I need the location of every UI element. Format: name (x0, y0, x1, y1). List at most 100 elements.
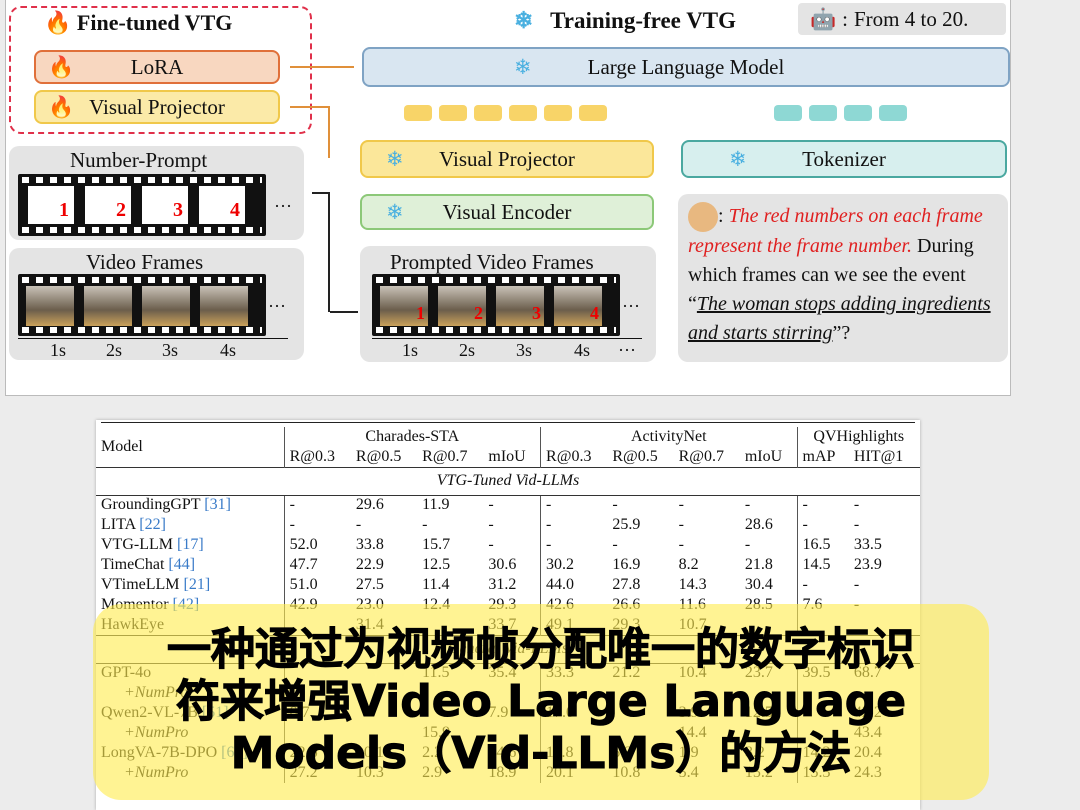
column-header: Model (101, 437, 143, 455)
visual-projector-box: ❄ Visual Projector (360, 140, 654, 178)
table-cell: 14.5 (796, 555, 849, 575)
table-cell: - (744, 536, 751, 553)
group-header: ActivityNet (540, 427, 798, 447)
table-row: LITA [22] - - - - -25.9-28.6- - (96, 515, 920, 535)
number-prompt-label: Number-Prompt (70, 148, 208, 172)
table-cell: 30.6 (488, 556, 517, 573)
table-cell: 28.6 (744, 516, 773, 533)
table-cell: - (422, 516, 428, 533)
table-cell: 22.9 (355, 556, 384, 573)
table-row: TimeChat [44] 47.7 22.9 12.5 30.6 30.2 16.9 8.2… (96, 555, 920, 575)
table-cell: - (488, 516, 494, 533)
visual-projector-finetuned: 🔥 Visual Projector (34, 90, 280, 124)
table-cell: - (744, 496, 751, 514)
model-name: TimeChat (101, 556, 165, 573)
table-cell: - (540, 495, 608, 515)
snowflake-icon: ❄ (386, 146, 404, 171)
table-cell: 47.7 (283, 555, 351, 575)
fire-icon: 🔥 (48, 54, 75, 79)
table-cell: 29.6 (355, 496, 384, 514)
table-cell: 51.0 (283, 575, 351, 595)
table-cell: 8.2 (678, 556, 699, 573)
table-row: GroundingGPT [31] -29.6 11.9- - - - - - - (96, 495, 920, 515)
table-cell: - (678, 516, 684, 533)
section-header: VTG-Tuned Vid-LLMs (96, 466, 920, 496)
snowflake-icon: ❄ (514, 54, 532, 79)
column-header: R@0.7 (422, 447, 468, 465)
prompted-filmstrip: 1 2 3 4 (372, 274, 620, 336)
prompted-frames-label: Prompted Video Frames (390, 250, 594, 274)
video-frames-filmstrip (18, 274, 266, 336)
table-cell: - (612, 536, 618, 553)
table-cell: 30.2 (540, 555, 608, 575)
snowflake-icon: ❄ (729, 146, 747, 171)
table-cell: - (612, 496, 618, 514)
fire-icon: 🔥 (48, 94, 75, 119)
column-header: mIoU (488, 447, 526, 465)
column-header: mIoU (744, 447, 783, 465)
table-cell: 11.9 (422, 496, 450, 514)
snowflake-icon: ❄ (514, 8, 534, 33)
method-figure: 🔥 Fine-tuned VTG 🔥 LoRA 🔥 Visual Projector… (5, 0, 1011, 396)
table-cell: - (853, 576, 860, 593)
model-name: GroundingGPT (101, 496, 201, 514)
column-header: mAP (796, 447, 849, 467)
prompt-panel: : The red numbers on each frame represen… (678, 194, 1008, 362)
table-cell: 12.5 (422, 556, 451, 573)
column-header: HIT@1 (853, 447, 904, 465)
table-cell: - (355, 516, 362, 533)
table-cell: 33.8 (355, 536, 384, 553)
table-cell: - (488, 536, 494, 553)
table-cell: - (540, 515, 608, 535)
column-header: R@0.3 (540, 447, 608, 467)
table-cell: - (283, 515, 351, 535)
group-header: QVHighlights (796, 427, 920, 447)
column-header: R@0.3 (283, 447, 351, 467)
table-cell: 27.8 (612, 576, 641, 593)
video-frames-label: Video Frames (86, 250, 204, 274)
table-cell: - (796, 575, 849, 595)
model-name: VTG-LLM (101, 536, 173, 553)
group-header: Charades-STA (283, 427, 541, 447)
visual-encoder-box: ❄ Visual Encoder (360, 194, 654, 230)
table-cell: - (796, 515, 849, 535)
table-cell: 33.5 (853, 536, 882, 553)
caption-overlay: 一种通过为视频帧分配唯一的数字标识 符来增强Video Large Langua… (93, 604, 989, 800)
robot-icon: 🤖 (810, 6, 837, 31)
table-cell: 23.9 (853, 556, 882, 573)
number-prompt-filmstrip: 1 2 3 4 (18, 174, 266, 236)
table-cell: 31.2 (488, 576, 517, 593)
tokenizer-box: ❄ Tokenizer (681, 140, 1007, 178)
table-cell: 44.0 (540, 575, 608, 595)
column-header: R@0.5 (612, 447, 658, 465)
frame-count-note: 🤖: From 4 to 20. (798, 3, 1006, 35)
table-cell: 30.4 (744, 576, 773, 593)
fire-icon: 🔥 (44, 10, 72, 35)
table-cell: 11.4 (422, 576, 450, 593)
table-cell: 15.7 (422, 536, 451, 553)
column-header: R@0.7 (678, 447, 725, 465)
table-cell: 25.9 (612, 516, 641, 533)
lora-box: 🔥 LoRA (34, 50, 280, 84)
table-cell: 16.9 (612, 556, 641, 573)
llm-box: ❄ Large Language Model (362, 47, 1010, 87)
table-cell: - (796, 495, 849, 515)
table-row: VTG-LLM [17] 52.0 33.8 15.7- - - - -16.5 33.5 (96, 535, 920, 555)
table-cell: - (540, 535, 608, 555)
table-cell: - (853, 496, 860, 514)
table-cell: - (853, 516, 860, 533)
table-cell: 27.5 (355, 576, 384, 593)
table-cell: - (283, 495, 351, 515)
table-cell: 21.8 (744, 556, 773, 573)
snowflake-icon: ❄ (386, 199, 404, 224)
table-cell: 16.5 (796, 535, 849, 555)
table-cell: - (488, 496, 494, 514)
user-avatar-icon (688, 202, 718, 233)
table-cell: 14.3 (678, 576, 707, 593)
arrow (290, 66, 354, 68)
finetuned-title: 🔥 Fine-tuned VTG (44, 10, 233, 35)
table-cell: 52.0 (283, 535, 351, 555)
table-cell: - (678, 536, 684, 553)
model-name: VTimeLLM (101, 576, 180, 593)
table-row: VTimeLLM [21] 51.0 27.5 11.4 31.2 44.0 27.8 14.… (96, 575, 920, 595)
